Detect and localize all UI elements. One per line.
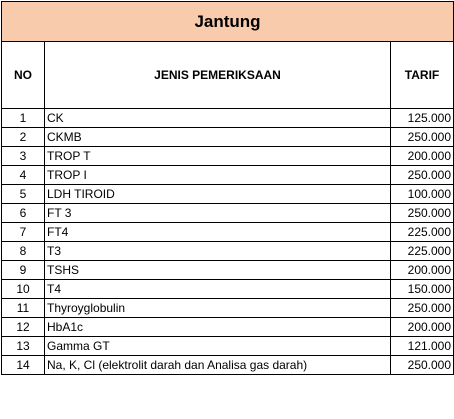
table-row: 6 FT 3 250.000 xyxy=(1,203,454,223)
row-price: 250.000 xyxy=(389,165,454,185)
row-test-name: Gamma GT xyxy=(44,336,391,356)
row-number: 11 xyxy=(1,298,45,318)
row-price: 150.000 xyxy=(389,279,454,299)
row-number: 14 xyxy=(1,355,45,375)
row-price: 225.000 xyxy=(389,222,454,242)
table-row: 8 T3 225.000 xyxy=(1,241,454,261)
row-test-name: FT 3 xyxy=(44,203,391,223)
row-number: 7 xyxy=(1,222,45,242)
row-test-name: CK xyxy=(44,108,391,128)
row-number: 5 xyxy=(1,184,45,204)
row-price: 125.000 xyxy=(389,108,454,128)
table-title: Jantung xyxy=(0,1,454,42)
row-number: 12 xyxy=(1,317,45,337)
table-row: 1 CK 125.000 xyxy=(1,108,454,128)
row-number: 4 xyxy=(1,165,45,185)
row-number: 8 xyxy=(1,241,45,261)
row-test-name: TROP T xyxy=(44,146,391,166)
row-number: 9 xyxy=(1,260,45,280)
row-price: 200.000 xyxy=(389,146,454,166)
table-row: 3 TROP T 200.000 xyxy=(1,146,454,166)
table-row: 7 FT4 225.000 xyxy=(1,222,454,242)
table-row: 4 TROP I 250.000 xyxy=(1,165,454,185)
price-table: Jantung NO JENIS PEMERIKSAAN TARIF 1 CK 12… xyxy=(0,1,454,375)
row-price: 100.000 xyxy=(389,184,454,204)
row-test-name: LDH TIROID xyxy=(44,184,391,204)
row-number: 6 xyxy=(1,203,45,223)
row-test-name: Thyroyglobulin xyxy=(44,298,391,318)
table-row: 12 HbA1c 200.000 xyxy=(1,317,454,337)
row-price: 250.000 xyxy=(389,298,454,318)
row-price: 250.000 xyxy=(389,355,454,375)
row-price: 121.000 xyxy=(389,336,454,356)
row-test-name: T3 xyxy=(44,241,391,261)
table-row: 2 CKMB 250.000 xyxy=(1,127,454,147)
row-number: 1 xyxy=(1,108,45,128)
title-row: Jantung xyxy=(0,1,454,42)
row-price: 200.000 xyxy=(389,317,454,337)
row-number: 2 xyxy=(1,127,45,147)
table-row: 5 LDH TIROID 100.000 xyxy=(1,184,454,204)
table-row: 14 Na, K, Cl (elektrolit darah dan Analis… xyxy=(1,355,454,375)
header-row: NO JENIS PEMERIKSAAN TARIF xyxy=(1,41,454,109)
table-row: 10 T4 150.000 xyxy=(1,279,454,299)
row-price: 250.000 xyxy=(389,203,454,223)
header-jenis-pemeriksaan: JENIS PEMERIKSAAN xyxy=(44,41,391,109)
row-price: 200.000 xyxy=(389,260,454,280)
row-number: 13 xyxy=(1,336,45,356)
row-number: 10 xyxy=(1,279,45,299)
table-row: 11 Thyroyglobulin 250.000 xyxy=(1,298,454,318)
row-test-name: Na, K, Cl (elektrolit darah dan Analisa … xyxy=(44,355,391,375)
table-row: 9 TSHS 200.000 xyxy=(1,260,454,280)
header-no: NO xyxy=(1,41,45,109)
row-test-name: TSHS xyxy=(44,260,391,280)
table-row: 13 Gamma GT 121.000 xyxy=(1,336,454,356)
row-test-name: TROP I xyxy=(44,165,391,185)
row-test-name: T4 xyxy=(44,279,391,299)
row-test-name: CKMB xyxy=(44,127,391,147)
row-price: 250.000 xyxy=(389,127,454,147)
row-price: 225.000 xyxy=(389,241,454,261)
row-test-name: FT4 xyxy=(44,222,391,242)
price-sheet: Jantung NO JENIS PEMERIKSAAN TARIF 1 CK 12… xyxy=(0,0,454,419)
header-tarif: TARIF xyxy=(389,41,454,109)
row-test-name: HbA1c xyxy=(44,317,391,337)
row-number: 3 xyxy=(1,146,45,166)
